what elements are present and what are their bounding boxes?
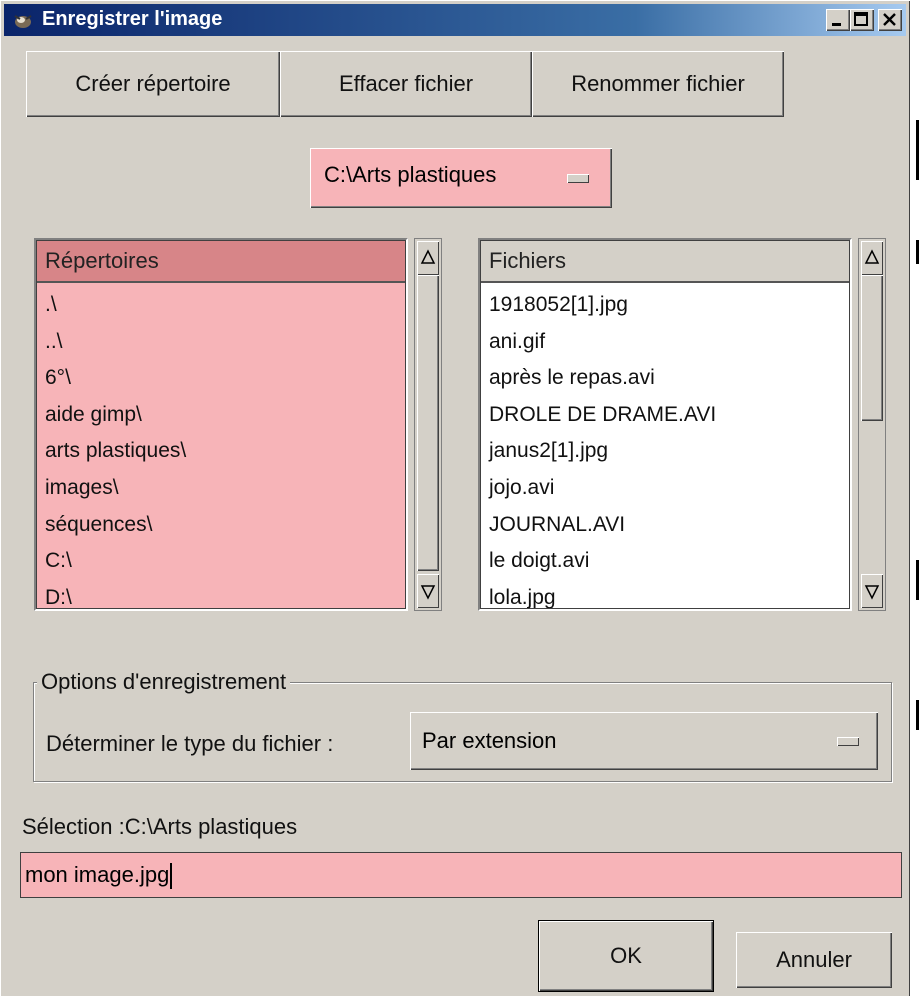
ok-label: OK	[610, 943, 642, 968]
cancel-label: Annuler	[776, 947, 852, 972]
arrow-up-icon	[864, 249, 880, 264]
directory-item[interactable]: .\	[45, 287, 405, 324]
scroll-up-button[interactable]	[861, 241, 883, 275]
path-dropdown[interactable]: C:\Arts plastiques	[310, 148, 612, 208]
directory-item[interactable]: images\	[45, 470, 405, 507]
maximize-icon	[854, 12, 868, 26]
selection-label: Sélection :C:\Arts plastiques	[22, 814, 298, 839]
rename-file-button[interactable]: Renommer fichier	[532, 51, 784, 117]
rename-file-label: Renommer fichier	[571, 71, 745, 96]
files-scrollbar[interactable]	[858, 238, 886, 611]
dropdown-indicator-icon	[567, 174, 589, 183]
save-options-group: Options d'enregistrement Déterminer le t…	[33, 669, 892, 782]
directories-scrollbar[interactable]	[414, 238, 442, 611]
close-button[interactable]	[878, 9, 902, 31]
path-dropdown-value: C:\Arts plastiques	[324, 162, 497, 187]
minimize-icon	[832, 23, 841, 26]
file-type-value: Par extension	[422, 728, 557, 753]
save-options-legend: Options d'enregistrement	[37, 669, 291, 695]
directory-item[interactable]: séquences\	[45, 507, 405, 544]
file-type-label: Déterminer le type du fichier :	[46, 731, 334, 756]
directories-header[interactable]: Répertoires	[37, 241, 405, 283]
scroll-thumb[interactable]	[861, 275, 883, 421]
file-item[interactable]: janus2[1].jpg	[489, 433, 849, 470]
save-image-dialog: Enregistrer l'image Créer répertoire Eff…	[0, 0, 910, 996]
delete-file-label: Effacer fichier	[338, 71, 474, 96]
directory-item[interactable]: 6°\	[45, 360, 405, 397]
maximize-button[interactable]	[850, 9, 874, 31]
scroll-up-button[interactable]	[417, 241, 439, 275]
gimp-icon	[14, 15, 32, 28]
file-item[interactable]: 1918052[1].jpg	[489, 287, 849, 324]
file-item[interactable]: lola.jpg	[489, 580, 849, 608]
file-item[interactable]: ani.gif	[489, 324, 849, 361]
file-item[interactable]: après le repas.avi	[489, 360, 849, 397]
arrow-up-icon	[420, 249, 436, 264]
title-bar[interactable]: Enregistrer l'image	[4, 4, 906, 36]
directory-item[interactable]: aide gimp\	[45, 397, 405, 434]
files-list[interactable]: Fichiers 1918052[1].jpg ani.gif après le r…	[478, 238, 852, 611]
file-item[interactable]: JOURNAL.AVI	[489, 507, 849, 544]
files-header[interactable]: Fichiers	[481, 241, 849, 283]
ok-button[interactable]: OK	[538, 920, 714, 992]
text-caret	[170, 863, 173, 890]
window-title: Enregistrer l'image	[42, 8, 223, 30]
create-directory-label: Créer répertoire	[75, 71, 231, 96]
background-window-edge	[910, 0, 919, 996]
scroll-down-button[interactable]	[861, 574, 883, 608]
scroll-thumb[interactable]	[417, 275, 439, 571]
directory-item[interactable]: D:\	[45, 580, 405, 608]
scroll-down-button[interactable]	[417, 574, 439, 608]
file-type-dropdown[interactable]: Par extension	[410, 712, 878, 770]
directory-item[interactable]: ..\	[45, 324, 405, 361]
delete-file-button[interactable]: Effacer fichier	[280, 51, 532, 117]
file-item[interactable]: jojo.avi	[489, 470, 849, 507]
directory-item[interactable]: C:\	[45, 543, 405, 580]
file-item[interactable]: DROLE DE DRAME.AVI	[489, 397, 849, 434]
filename-value: mon image.jpg	[25, 862, 170, 887]
minimize-button[interactable]	[826, 9, 850, 31]
filename-input[interactable]: mon image.jpg	[20, 852, 902, 898]
arrow-down-icon	[420, 585, 436, 600]
create-directory-button[interactable]: Créer répertoire	[26, 51, 280, 117]
directories-list[interactable]: Répertoires .\ ..\ 6°\ aide gimp\ arts plast…	[34, 238, 408, 611]
dropdown-indicator-icon	[837, 737, 859, 746]
cancel-button[interactable]: Annuler	[736, 932, 892, 988]
arrow-down-icon	[864, 585, 880, 600]
file-item[interactable]: le doigt.avi	[489, 543, 849, 580]
directory-item[interactable]: arts plastiques\	[45, 433, 405, 470]
close-icon	[883, 13, 896, 26]
